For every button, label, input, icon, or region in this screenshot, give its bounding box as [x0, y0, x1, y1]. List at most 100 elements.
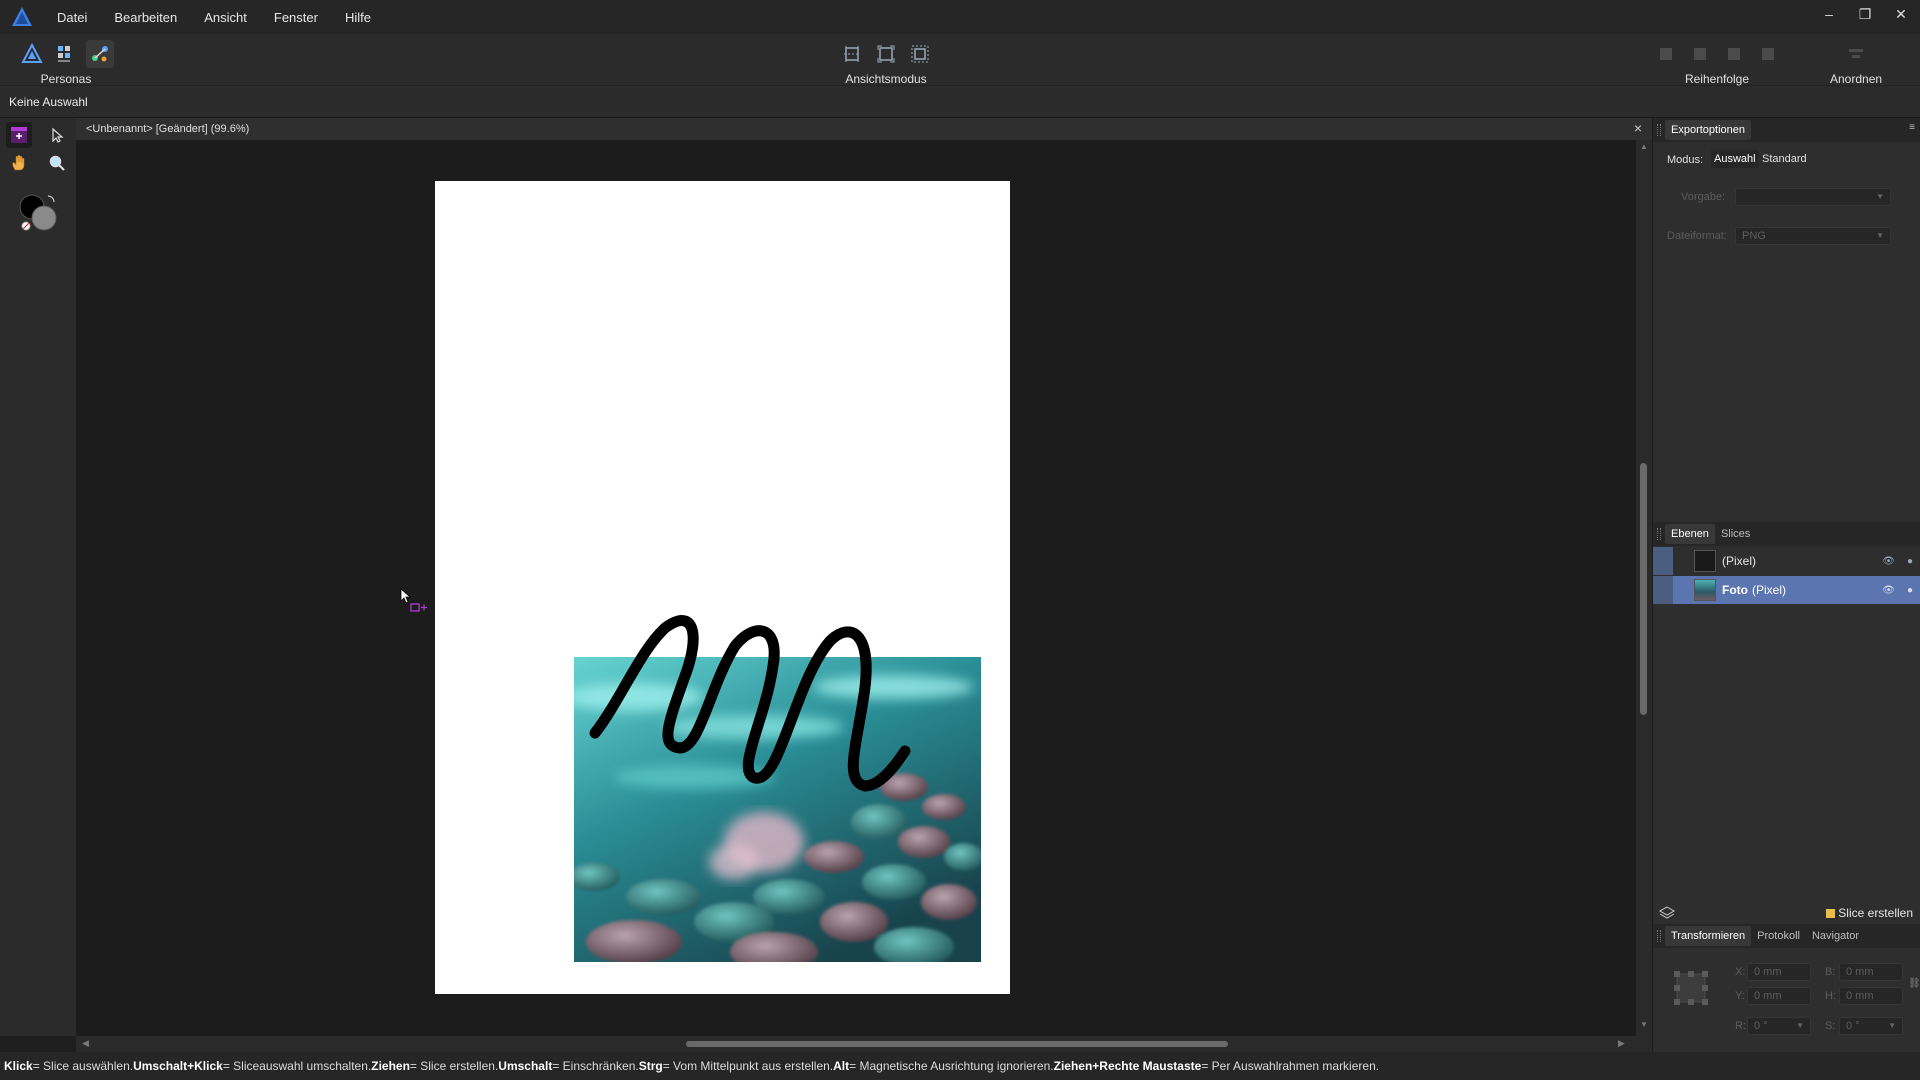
layer-selection-handle[interactable] [1653, 547, 1673, 575]
status-bar: Klick = Slice auswählen. Umschalt+Klick … [0, 1052, 1920, 1080]
layers-stack-icon[interactable] [1658, 905, 1676, 924]
panel-grip-icon[interactable] [1657, 528, 1661, 540]
scroll-left-icon[interactable]: ◀ [82, 1038, 89, 1049]
canvas[interactable] [76, 140, 1636, 1036]
anchor-point-icon[interactable] [1673, 970, 1709, 1006]
minimize-icon[interactable]: – [1820, 6, 1838, 23]
send-to-back-icon[interactable] [1754, 40, 1782, 68]
document-title: <Unbenannt> [Geändert] (99.6%) [86, 123, 250, 135]
layer-thumbnail [1694, 579, 1716, 601]
menu-bearbeiten[interactable]: Bearbeiten [114, 8, 177, 27]
order-group: Reihenfolge [1652, 40, 1782, 86]
status-key: Strg [638, 1059, 663, 1073]
shear-field[interactable]: 0 ° ▼ [1839, 1017, 1903, 1035]
arrange-icon[interactable] [1842, 40, 1870, 68]
order-label: Reihenfolge [1684, 72, 1750, 86]
mode-standard-button[interactable]: Standard [1759, 150, 1810, 168]
bring-to-front-icon[interactable] [1652, 40, 1680, 68]
menu-datei[interactable]: Datei [57, 8, 87, 27]
menu-ansicht[interactable]: Ansicht [204, 8, 247, 27]
x-label: X: [1735, 966, 1746, 978]
bring-forward-icon[interactable] [1686, 40, 1714, 68]
mode-auswahl-button[interactable]: Auswahl [1711, 150, 1759, 168]
status-key: Umschalt [498, 1059, 553, 1073]
x-value: 0 mm [1754, 966, 1782, 978]
layer-selection-handle[interactable] [1653, 576, 1673, 604]
create-slice-button[interactable]: Slice erstellen [1826, 906, 1913, 920]
panel-menu-icon[interactable]: ≡ [1909, 122, 1915, 133]
status-text: = Vom Mittelpunkt aus erstellen. [662, 1059, 834, 1073]
s-label: S: [1825, 1020, 1836, 1032]
lock-aspect-icon[interactable]: ⛓ [1908, 978, 1920, 989]
tab-protokoll[interactable]: Protokoll [1751, 926, 1806, 946]
restore-icon[interactable]: ❐ [1856, 6, 1874, 23]
format-value: PNG [1742, 230, 1766, 242]
hand-tool-icon[interactable] [6, 150, 32, 176]
layer-row-selected[interactable]: Foto (Pixel) 👁 ● [1653, 576, 1920, 604]
panel-grip-icon[interactable] [1657, 930, 1661, 942]
slice-cursor-icon [400, 588, 427, 612]
view-mode-frame-icon[interactable] [872, 40, 900, 68]
lock-icon[interactable]: ● [1907, 585, 1913, 596]
height-field[interactable]: 0 mm [1839, 987, 1903, 1005]
color-swatches[interactable] [18, 192, 62, 234]
tab-export-options[interactable]: Exportoptionen [1665, 120, 1751, 140]
y-value: 0 mm [1754, 990, 1782, 1002]
view-mode-crop-icon[interactable] [906, 40, 934, 68]
right-panel: Exportoptionen ≡ Modus: Auswahl Standard… [1652, 118, 1920, 1052]
lock-icon[interactable]: ● [1907, 556, 1913, 567]
export-persona-icon[interactable] [86, 40, 114, 68]
send-backward-icon[interactable] [1720, 40, 1748, 68]
menu-hilfe[interactable]: Hilfe [345, 8, 371, 27]
rotation-field[interactable]: 0 ° ▼ [1747, 1017, 1811, 1035]
scroll-down-icon[interactable]: ▼ [1640, 1020, 1648, 1029]
document-tab[interactable]: <Unbenannt> [Geändert] (99.6%) × [76, 118, 1652, 140]
close-document-icon[interactable]: × [1634, 120, 1642, 136]
x-field[interactable]: 0 mm [1747, 963, 1811, 981]
eye-icon[interactable]: 👁 [1882, 556, 1895, 567]
tab-ebenen[interactable]: Ebenen [1665, 524, 1715, 544]
pixel-persona-icon[interactable] [52, 40, 80, 68]
chevron-down-icon: ▼ [1876, 192, 1884, 201]
scroll-right-icon[interactable]: ▶ [1618, 1038, 1625, 1049]
document-page[interactable] [435, 181, 1010, 994]
status-text: = Per Auswahlrahmen markieren. [1201, 1059, 1380, 1073]
tab-slices[interactable]: Slices [1715, 524, 1756, 544]
selection-status: Keine Auswahl [9, 94, 88, 109]
view-mode-grid-icon[interactable] [838, 40, 866, 68]
h-value: 0 mm [1846, 990, 1874, 1002]
slice-tool-icon[interactable] [6, 122, 32, 148]
format-select[interactable]: PNG ▼ [1735, 227, 1891, 245]
s-value: 0 ° [1846, 1020, 1860, 1032]
horizontal-scroll-thumb[interactable] [686, 1041, 1228, 1047]
scribble-stroke[interactable] [435, 181, 1010, 994]
menu-fenster[interactable]: Fenster [274, 8, 318, 27]
create-slice-label: Slice erstellen [1838, 906, 1913, 920]
zoom-tool-icon[interactable] [44, 150, 70, 176]
context-toolbar: Keine Auswahl [0, 86, 1920, 118]
eye-icon[interactable]: 👁 [1882, 585, 1895, 596]
format-label: Dateiformat: [1667, 230, 1727, 242]
preset-label: Vorgabe: [1681, 191, 1726, 203]
scroll-up-icon[interactable]: ▲ [1640, 142, 1648, 151]
tab-transformieren[interactable]: Transformieren [1665, 926, 1752, 946]
slice-select-icon[interactable] [44, 122, 70, 148]
close-icon[interactable]: ✕ [1892, 6, 1910, 23]
status-key: Ziehen [371, 1059, 410, 1073]
horizontal-scrollbar[interactable]: ◀ ▶ [76, 1036, 1652, 1052]
status-text: = Slice auswählen. [32, 1059, 134, 1073]
vertical-scrollbar[interactable]: ▲ ▼ [1636, 140, 1652, 1036]
width-field[interactable]: 0 mm [1839, 963, 1903, 981]
layer-type: (Pixel) [1752, 583, 1787, 597]
mode-label: Modus: [1667, 154, 1704, 166]
vertical-scroll-thumb[interactable] [1640, 463, 1647, 715]
status-key: Ziehen+Rechte Maustaste [1053, 1059, 1202, 1073]
affinity-logo-icon[interactable] [11, 6, 33, 28]
tab-navigator[interactable]: Navigator [1806, 926, 1865, 946]
layer-row[interactable]: (Pixel) 👁 ● [1653, 547, 1920, 575]
status-key: Klick [4, 1059, 33, 1073]
preset-select[interactable]: ▼ [1735, 188, 1891, 206]
y-field[interactable]: 0 mm [1747, 987, 1811, 1005]
panel-grip-icon[interactable] [1657, 124, 1661, 136]
designer-persona-icon[interactable] [18, 40, 46, 68]
